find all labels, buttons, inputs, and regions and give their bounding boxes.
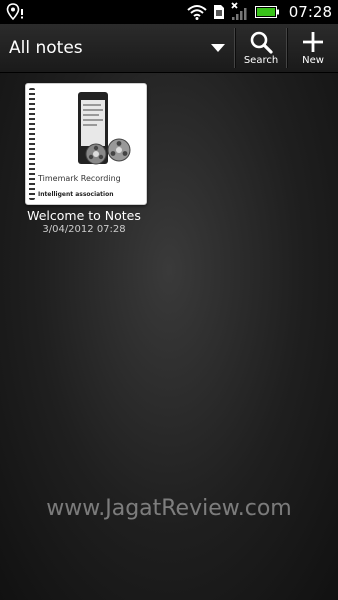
new-label: New [302, 55, 324, 66]
new-note-button[interactable]: New [287, 24, 338, 72]
status-bar: 07:28 [0, 0, 338, 24]
wifi-icon [187, 5, 207, 20]
search-label: Search [243, 55, 279, 66]
status-clock: 07:28 [288, 3, 332, 21]
view-selector-label: All notes [9, 38, 83, 58]
view-selector-dropdown[interactable]: All notes [0, 24, 234, 72]
note-thumbnail[interactable]: Timemark Recording Intelligent associati… [25, 83, 147, 205]
plus-icon [303, 32, 323, 52]
no-signal-icon [231, 2, 247, 20]
note-date: 3/04/2012 07:28 [42, 224, 126, 235]
dropdown-arrow-icon [211, 44, 225, 52]
action-bar: All notes Search New [0, 24, 338, 73]
search-icon [250, 31, 273, 54]
note-item[interactable]: Timemark Recording Intelligent associati… [22, 83, 147, 235]
watermark: www.JagatReview.com [46, 496, 292, 521]
reel-icon [107, 138, 131, 162]
note-preview-line: Intelligent association [38, 191, 114, 198]
battery-icon [254, 6, 279, 18]
sim-card-icon [213, 5, 224, 19]
note-preview-line: Timemark Recording [38, 174, 121, 183]
search-button[interactable]: Search [235, 24, 287, 72]
phone-image [78, 92, 131, 165]
spiral-binding [29, 88, 35, 200]
location-pin-icon [6, 3, 23, 21]
reel-icon [85, 143, 107, 165]
note-title: Welcome to Notes [27, 208, 141, 223]
